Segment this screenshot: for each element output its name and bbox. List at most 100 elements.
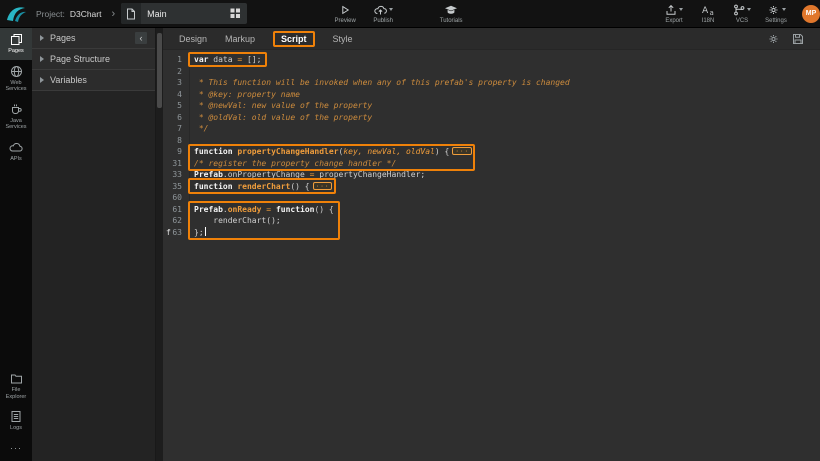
editor-area: Design Markup Script Style 1var data = [… <box>163 28 820 461</box>
project-prefix: Project: <box>36 9 65 19</box>
line-number[interactable]: 31 <box>163 158 190 170</box>
project-label: Project: D3Chart <box>36 9 101 19</box>
code-text: function renderChart() {··· <box>190 181 332 193</box>
text-cursor <box>205 227 206 236</box>
line-number[interactable]: 5 <box>163 100 190 112</box>
code-line[interactable]: 60 <box>163 192 820 204</box>
line-number[interactable]: 63f <box>163 227 190 239</box>
user-avatar[interactable]: MP <box>802 5 820 23</box>
line-number[interactable]: 35 <box>163 181 190 193</box>
tab-style[interactable]: Style <box>333 34 353 44</box>
collapse-panel-button[interactable]: ‹ <box>135 32 147 44</box>
chevron-down-icon <box>747 8 751 11</box>
folded-region-widget[interactable]: ··· <box>452 147 472 155</box>
code-editor[interactable]: 1var data = [];23 * This function will b… <box>163 50 820 461</box>
panel-scrollbar <box>156 28 163 461</box>
top-bar: Project: D3Chart › Main Preview <box>0 0 820 28</box>
line-number[interactable]: 6 <box>163 112 190 124</box>
vcs-button[interactable]: VCS <box>730 4 754 24</box>
line-number[interactable]: 9 <box>163 146 190 158</box>
code-text: * @key: property name <box>190 89 300 101</box>
line-number[interactable]: 3 <box>163 77 190 89</box>
code-line[interactable]: 31/* register the property change handle… <box>163 158 820 170</box>
tutorials-button[interactable]: Tutorials <box>439 4 463 24</box>
line-number[interactable]: 2 <box>163 66 190 78</box>
code-line[interactable]: 62 renderChart(); <box>163 215 820 227</box>
sidebar-item-java-services[interactable]: Java Services <box>0 98 32 136</box>
code-text: renderChart(); <box>190 215 281 227</box>
i18n-button[interactable]: A a I18N <box>696 4 720 24</box>
code-line[interactable]: 5 * @newVal: new value of the property <box>163 100 820 112</box>
gutter-marker: f <box>166 227 171 239</box>
code-line[interactable]: 33Prefab.onPropertyChange = propertyChan… <box>163 169 820 181</box>
left-sidebar: Pages Web Services Java Services APIs <box>0 28 32 461</box>
editor-settings-gear-icon[interactable] <box>767 33 780 45</box>
topbar-right-actions: Export A a I18N VCS <box>662 4 788 24</box>
code-line[interactable]: 3 * This function will be invoked when a… <box>163 77 820 89</box>
tab-script[interactable]: Script <box>273 31 315 47</box>
save-icon[interactable] <box>792 33 804 45</box>
line-number[interactable]: 8 <box>163 135 190 147</box>
expand-arrow-icon[interactable] <box>40 35 44 41</box>
publish-button[interactable]: Publish <box>371 4 395 24</box>
expand-arrow-icon[interactable] <box>40 77 44 83</box>
code-line[interactable]: 8 <box>163 135 820 147</box>
code-line[interactable]: 9function propertyChangeHandler(key, new… <box>163 146 820 158</box>
expand-arrow-icon[interactable] <box>40 56 44 62</box>
code-text: * @oldVal: old value of the property <box>190 112 372 124</box>
play-icon <box>339 4 351 16</box>
line-number[interactable]: 60 <box>163 192 190 204</box>
line-number[interactable]: 61 <box>163 204 190 216</box>
sidebar-item-pages[interactable]: Pages <box>0 28 32 60</box>
translate-icon: A a <box>702 4 715 16</box>
folded-region-widget[interactable]: ··· <box>313 182 333 190</box>
tab-design[interactable]: Design <box>179 34 207 44</box>
panel-section-variables[interactable]: Variables <box>32 70 155 91</box>
sidebar-item-apis[interactable]: APIs <box>0 136 32 168</box>
export-button[interactable]: Export <box>662 4 686 24</box>
line-number[interactable]: 1 <box>163 54 190 66</box>
code-text: /* register the property change handler … <box>190 158 396 170</box>
app-logo[interactable] <box>0 4 32 24</box>
code-line[interactable]: 2 <box>163 66 820 78</box>
sidebar-more-button[interactable]: ··· <box>0 437 32 461</box>
svg-text:A: A <box>702 6 709 16</box>
line-number[interactable]: 33 <box>163 169 190 181</box>
code-line[interactable]: 63f}; <box>163 227 820 239</box>
panel-section-label: Page Structure <box>50 54 110 64</box>
settings-button[interactable]: Settings <box>764 4 788 24</box>
line-number[interactable]: 7 <box>163 123 190 135</box>
wavemaker-logo-icon <box>5 4 27 24</box>
pages-panel: Pages ‹ Page Structure Variables <box>32 28 156 461</box>
code-text: Prefab.onReady = function() { <box>190 204 334 216</box>
code-line[interactable]: 4 * @key: property name <box>163 89 820 101</box>
tab-markup[interactable]: Markup <box>225 34 255 44</box>
svg-text:a: a <box>709 9 713 16</box>
panel-section-page-structure[interactable]: Page Structure <box>32 49 155 70</box>
tutorials-label: Tutorials <box>440 18 463 24</box>
page-tab-label: Main <box>147 9 167 19</box>
line-number[interactable]: 62 <box>163 215 190 227</box>
code-text: */ <box>190 123 208 135</box>
chevron-right-icon[interactable]: › <box>111 8 115 20</box>
publish-cloud-icon <box>374 4 387 16</box>
code-line[interactable]: 61Prefab.onReady = function() { <box>163 204 820 216</box>
scrollbar-thumb[interactable] <box>157 33 162 108</box>
grid-view-icon[interactable] <box>230 8 241 19</box>
code-line[interactable]: 35function renderChart() {··· <box>163 181 820 193</box>
preview-button[interactable]: Preview <box>333 4 357 24</box>
sidebar-item-logs[interactable]: Logs <box>0 405 32 437</box>
code-line[interactable]: 1var data = []; <box>163 54 820 66</box>
panel-section-pages[interactable]: Pages ‹ <box>32 28 155 49</box>
line-number[interactable]: 4 <box>163 89 190 101</box>
code-line[interactable]: 6 * @oldVal: old value of the property <box>163 112 820 124</box>
code-line[interactable]: 7 */ <box>163 123 820 135</box>
page-tab-main[interactable]: Main <box>121 3 247 24</box>
vcs-label: VCS <box>736 18 748 24</box>
code-text: * @newVal: new value of the property <box>190 100 372 112</box>
preview-label: Preview <box>334 18 355 24</box>
sidebar-item-web-services[interactable]: Web Services <box>0 60 32 98</box>
settings-label: Settings <box>765 18 787 24</box>
sidebar-item-file-explorer[interactable]: File Explorer <box>0 367 32 405</box>
sidebar-spacer <box>0 168 32 368</box>
